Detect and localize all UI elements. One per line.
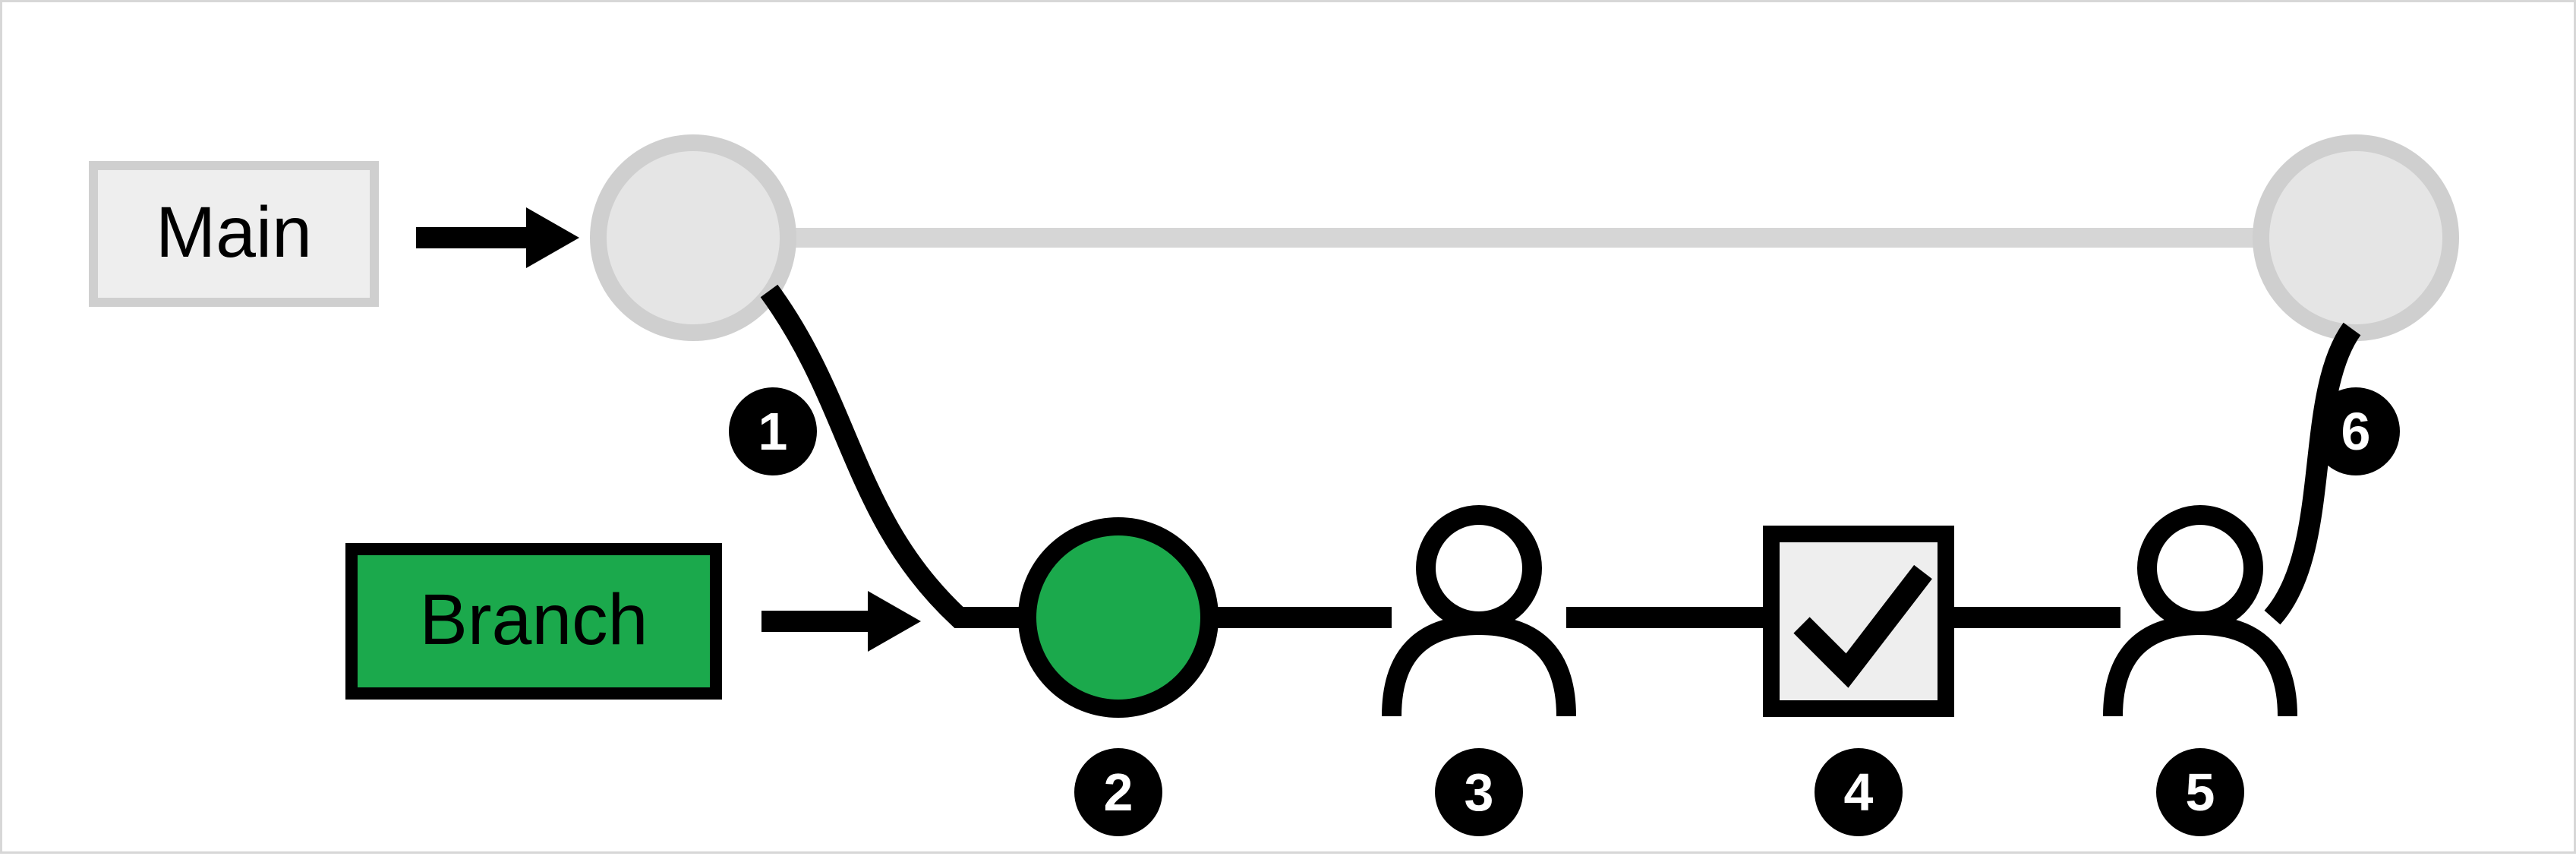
branch-in-curve	[2272, 329, 2352, 618]
branch-commit	[1027, 526, 1209, 709]
callout-3: 3	[1435, 748, 1523, 836]
svg-text:1: 1	[758, 402, 788, 461]
main-commit-end	[2261, 143, 2451, 333]
branch-arrow	[761, 591, 921, 652]
git-branch-diagram: Main Branch	[0, 0, 2576, 854]
svg-text:6: 6	[2341, 402, 2371, 461]
svg-text:5: 5	[2186, 763, 2215, 822]
svg-text:3: 3	[1465, 763, 1494, 822]
main-label-text: Main	[156, 192, 312, 273]
branch-label-text: Branch	[419, 580, 648, 660]
main-label-box: Main	[93, 166, 374, 302]
main-arrow	[416, 207, 579, 268]
callout-5: 5	[2156, 748, 2244, 836]
svg-text:4: 4	[1844, 763, 1874, 822]
diagram-svg: Main Branch	[2, 2, 2576, 856]
main-commit-start	[598, 143, 788, 333]
checkbox-icon	[1771, 534, 1946, 709]
branch-label-box: Branch	[352, 549, 716, 693]
callout-6: 6	[2312, 387, 2400, 475]
callout-2: 2	[1074, 748, 1162, 836]
person-icon-2	[2113, 515, 2288, 716]
callout-4: 4	[1815, 748, 1903, 836]
callout-1: 1	[729, 387, 817, 475]
branch-out-curve	[769, 291, 1058, 618]
person-icon-1	[1392, 515, 1566, 716]
svg-text:2: 2	[1104, 763, 1134, 822]
